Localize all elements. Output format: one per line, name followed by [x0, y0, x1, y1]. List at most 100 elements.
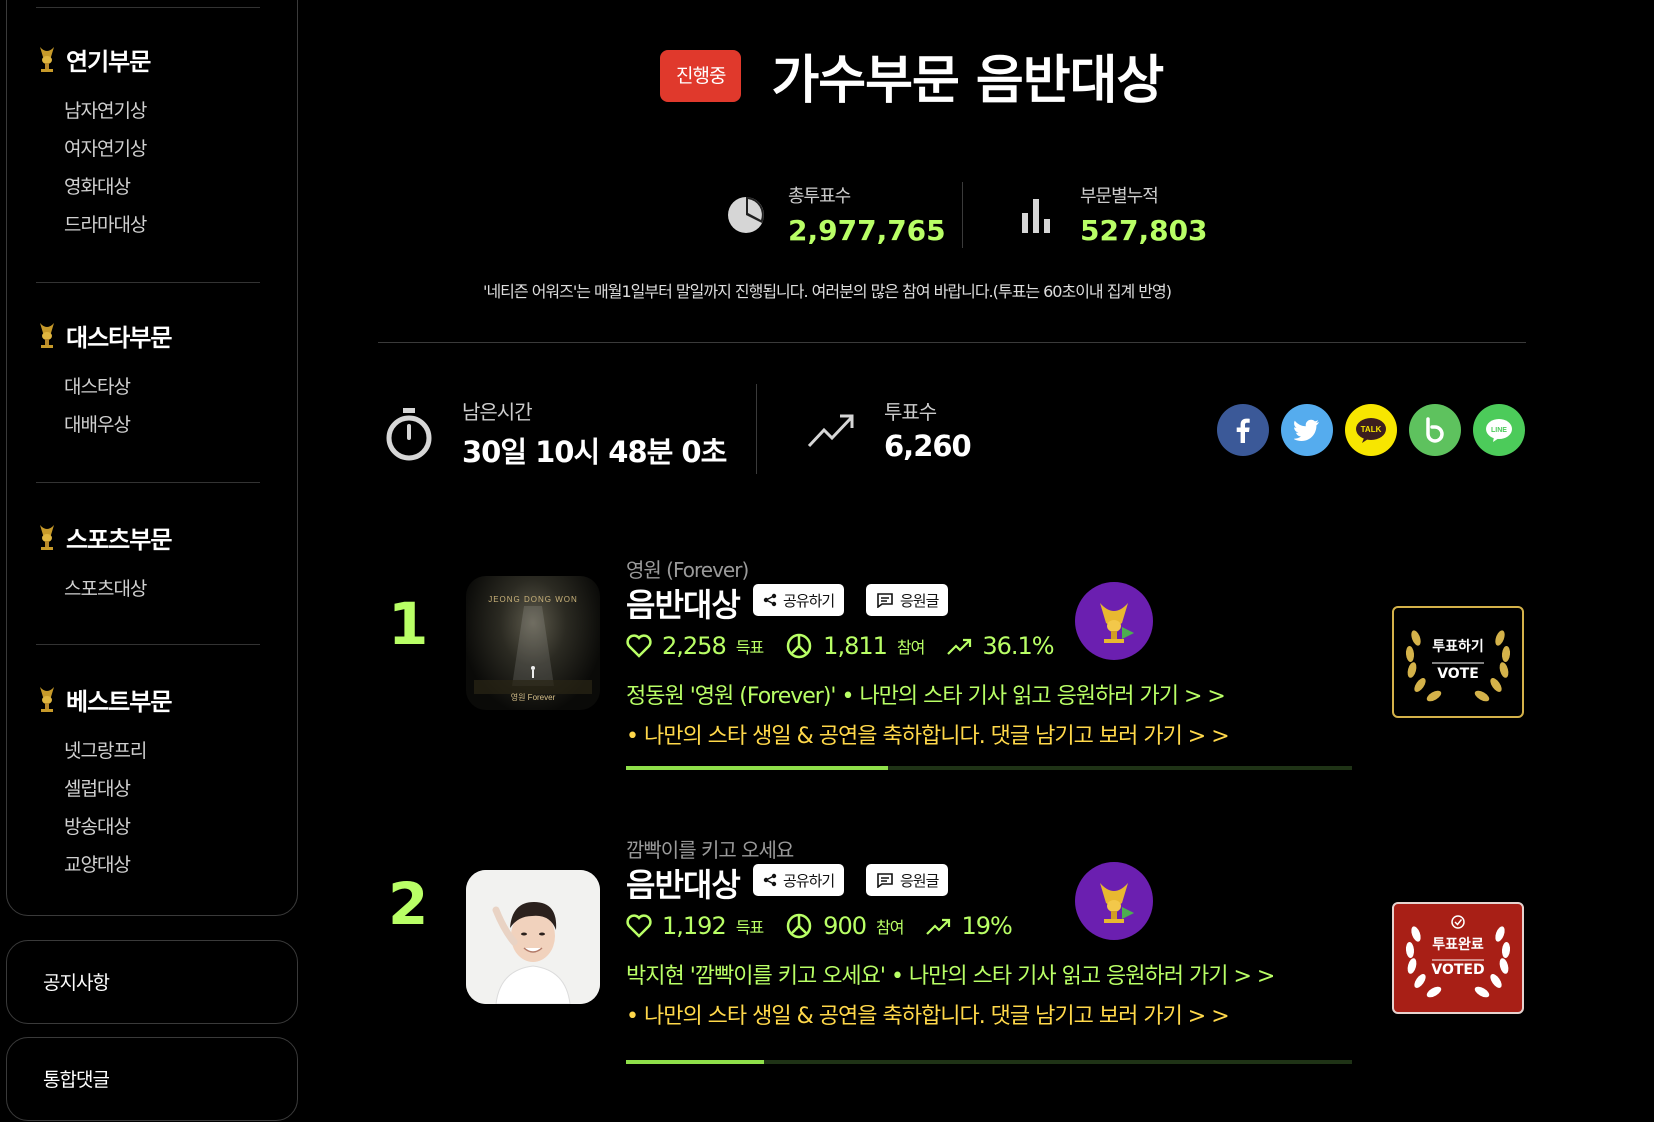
vote-button[interactable]: 투표하기 VOTE	[1392, 606, 1524, 718]
likes-metric: 1,192 득표	[626, 912, 785, 940]
stopwatch-icon	[386, 407, 432, 460]
sidebar-section-header[interactable]: 베스트부문	[36, 684, 260, 716]
trophy-icon	[40, 687, 54, 712]
sidebar-section-title: 대스타부문	[66, 323, 172, 352]
sidebar-section-title: 베스트부문	[66, 687, 172, 716]
progress-fill	[626, 766, 889, 770]
participants-value: 1,811	[823, 632, 888, 660]
likes-metric: 2,258 득표	[626, 632, 785, 660]
cumulative-stat: 부문별누적 527,803	[1018, 182, 1208, 247]
comment-icon	[877, 873, 893, 888]
sidebar-item-bigstar[interactable]: 대스타상	[64, 368, 260, 406]
sidebar-item-great-actor[interactable]: 대배우상	[64, 406, 260, 444]
cheer-button[interactable]: 응원글	[866, 864, 949, 896]
percent-metric: 19%	[925, 912, 1013, 940]
percent-metric: 36.1%	[946, 632, 1055, 660]
participants-unit: 참여	[896, 638, 925, 657]
trophy-icon	[40, 525, 54, 550]
remaining-time: 남은시간 30일 10시 48분 0초	[384, 396, 727, 471]
article-link[interactable]: 정동원 '영원 (Forever)' • 나만의 스타 기사 읽고 응원하러 가…	[626, 678, 1226, 710]
comments-link[interactable]: 통합댓글	[6, 1037, 298, 1121]
svg-text:TALK: TALK	[1361, 425, 1382, 434]
line-icon[interactable]: LINE	[1473, 404, 1525, 456]
sidebar-divider	[36, 644, 260, 645]
share-icon	[763, 593, 777, 607]
sidebar-item-movie[interactable]: 영화대상	[64, 168, 260, 206]
total-votes-stat: 총투표수 2,977,765	[726, 182, 946, 247]
twitter-icon[interactable]	[1281, 404, 1333, 456]
percent-value: 36.1%	[982, 632, 1054, 660]
sidebar-section-title: 연기부문	[66, 47, 151, 76]
share-icon	[763, 873, 777, 887]
progress-bar	[626, 766, 1352, 770]
pie-icon	[786, 633, 812, 659]
kakaotalk-icon[interactable]: TALK	[1345, 404, 1397, 456]
pie-icon	[786, 913, 812, 939]
trophy-icon	[40, 47, 54, 72]
likes-unit: 득표	[735, 918, 764, 937]
sidebar-item-celeb[interactable]: 셀럽대상	[64, 770, 260, 808]
album-cover[interactable]: JEONG DONG WON 영원 Forever	[466, 576, 600, 710]
category-title: 음반대상	[626, 586, 741, 624]
share-button[interactable]: 공유하기	[753, 584, 845, 616]
song-title: 깜빡이를 키고 오세요	[626, 838, 794, 862]
entry-metrics: 1,192 득표 900 참여 19%	[626, 912, 1013, 940]
participants-value: 900	[823, 912, 867, 940]
svg-text:영원 Forever: 영원 Forever	[511, 692, 556, 702]
facebook-icon[interactable]	[1217, 404, 1269, 456]
vote-count-label: 투표수	[884, 400, 937, 424]
total-votes-label: 총투표수	[788, 186, 851, 207]
sidebar-item-drama[interactable]: 드라마대상	[64, 206, 260, 244]
sidebar-section-bigstar: 대스타부문 대스타상 대배우상	[36, 320, 260, 444]
sidebar-item-sports[interactable]: 스포츠대상	[64, 570, 260, 608]
progress-bar	[626, 1060, 1352, 1064]
cumulative-value: 527,803	[1080, 214, 1208, 247]
page-title: 가수부문 음반대상	[771, 51, 1164, 111]
app-badge-icon[interactable]	[1075, 862, 1153, 940]
band-icon[interactable]	[1409, 404, 1461, 456]
sidebar-section-header[interactable]: 스포츠부문	[36, 522, 260, 554]
vote-sub-label: VOTE	[1437, 666, 1479, 682]
song-title: 영원 (Forever)	[626, 558, 749, 582]
cheer-button[interactable]: 응원글	[866, 584, 949, 616]
cheer-label: 응원글	[900, 871, 939, 890]
sidebar-item-female-acting[interactable]: 여자연기상	[64, 130, 260, 168]
percent-value: 19%	[961, 912, 1012, 940]
birthday-link[interactable]: • 나만의 스타 생일 & 공연을 축하합니다. 댓글 남기고 보러 가기 > …	[626, 718, 1230, 750]
birthday-link[interactable]: • 나만의 스타 생일 & 공연을 축하합니다. 댓글 남기고 보러 가기 > …	[626, 998, 1230, 1030]
trending-up-icon	[947, 638, 972, 655]
sidebar-item-male-acting[interactable]: 남자연기상	[64, 92, 260, 130]
share-button[interactable]: 공유하기	[753, 864, 845, 896]
sidebar-section-header[interactable]: 대스타부문	[36, 320, 260, 352]
sidebar-item-culture[interactable]: 교양대상	[64, 846, 260, 884]
trending-up-icon	[807, 414, 854, 447]
voted-label: 투표완료	[1432, 937, 1484, 953]
trophy-icon	[40, 323, 54, 348]
stat-divider	[962, 182, 963, 248]
cheer-label: 응원글	[900, 591, 939, 610]
notice-link[interactable]: 공지사항	[6, 940, 298, 1024]
article-link[interactable]: 박지현 '깜빡이를 키고 오세요' • 나만의 스타 기사 읽고 응원하러 가기…	[626, 958, 1275, 990]
voted-button[interactable]: 투표완료 VOTED	[1392, 902, 1524, 1014]
rank-number: 2	[388, 870, 429, 938]
cumulative-label: 부문별누적	[1080, 186, 1159, 207]
laurel-icon	[1405, 915, 1511, 998]
sidebar-item-net-grandprix[interactable]: 넷그랑프리	[64, 732, 260, 770]
participants-metric: 900 참여	[785, 912, 925, 940]
voted-sub-label: VOTED	[1431, 962, 1485, 978]
laurel-icon	[1405, 630, 1511, 702]
artist-photo[interactable]	[466, 870, 600, 1004]
app-badge-icon[interactable]	[1075, 582, 1153, 660]
sidebar-section-header[interactable]: 연기부문	[36, 44, 260, 76]
remaining-time-value: 30일 10시 48분 0초	[462, 435, 727, 469]
sidebar-divider	[36, 482, 260, 483]
heart-icon	[626, 634, 652, 658]
vote-label: 투표하기	[1432, 639, 1484, 655]
rank-number: 1	[388, 590, 429, 658]
pie-chart-icon	[728, 196, 764, 233]
entry-metrics: 2,258 득표 1,811 참여 36.1%	[626, 632, 1055, 660]
status-badge: 진행중	[660, 49, 742, 102]
likes-unit: 득표	[735, 638, 764, 657]
sidebar-item-broadcast[interactable]: 방송대상	[64, 808, 260, 846]
share-label: 공유하기	[783, 871, 835, 890]
